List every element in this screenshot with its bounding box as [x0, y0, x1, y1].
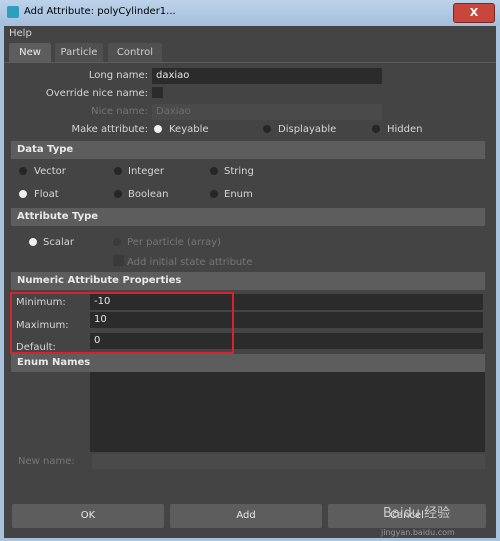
integer-label[interactable]: Integer [128, 166, 164, 177]
menu-help[interactable]: Help [9, 28, 32, 39]
window-frame-left [0, 26, 4, 541]
float-radio[interactable] [19, 190, 27, 198]
keyable-label[interactable]: Keyable [169, 124, 209, 135]
per-particle-label: Per particle (array) [127, 237, 222, 248]
vector-radio[interactable] [19, 167, 27, 175]
override-nice-name-label: Override nice name: [45, 88, 148, 99]
boolean-radio[interactable] [114, 190, 122, 198]
displayable-label[interactable]: Displayable [278, 124, 336, 135]
new-name-label: New name: [18, 456, 75, 467]
long-name-input[interactable]: daxiao [152, 68, 382, 84]
window-title: Add Attribute: polyCylinder1... [24, 6, 176, 17]
numeric-properties-header[interactable]: Numeric Attribute Properties [11, 272, 485, 290]
boolean-label[interactable]: Boolean [128, 189, 169, 200]
keyable-radio[interactable] [154, 125, 162, 133]
watermark-url: jingyan.baidu.com [381, 528, 455, 537]
title-bar[interactable]: Add Attribute: polyCylinder1... X [0, 0, 500, 26]
per-particle-radio[interactable] [113, 238, 121, 246]
add-initial-state-checkbox[interactable] [113, 255, 124, 266]
nice-name-label: Nice name: [91, 106, 148, 117]
hidden-radio[interactable] [372, 125, 380, 133]
tab-control[interactable]: Control [108, 43, 162, 62]
long-name-label: Long name: [88, 70, 148, 81]
nice-name-input[interactable]: Daxiao [152, 104, 382, 120]
tab-new[interactable]: New [9, 43, 51, 62]
tab-underline [4, 62, 496, 63]
tab-particle[interactable]: Particle [55, 43, 103, 62]
ok-button[interactable]: OK [12, 504, 164, 528]
close-button[interactable]: X [453, 3, 495, 23]
vector-label[interactable]: Vector [34, 166, 66, 177]
enum-names-header[interactable]: Enum Names [11, 354, 485, 372]
string-radio[interactable] [210, 167, 218, 175]
window-frame-right [496, 26, 500, 541]
enum-names-list[interactable] [90, 372, 485, 452]
enum-radio[interactable] [210, 190, 218, 198]
data-type-header[interactable]: Data Type [11, 141, 485, 159]
hidden-label[interactable]: Hidden [387, 124, 422, 135]
override-nice-name-checkbox[interactable] [152, 87, 163, 98]
app-icon [7, 6, 19, 18]
highlight-annotation-box [10, 292, 234, 354]
watermark-brand: Baidu 经验 [383, 506, 451, 521]
enum-label[interactable]: Enum [224, 189, 253, 200]
add-initial-state-label: Add initial state attribute [127, 257, 253, 268]
new-name-input[interactable] [92, 454, 485, 469]
float-label[interactable]: Float [34, 189, 59, 200]
integer-radio[interactable] [114, 167, 122, 175]
displayable-radio[interactable] [263, 125, 271, 133]
menu-bar [4, 26, 496, 42]
scalar-label[interactable]: Scalar [43, 237, 74, 248]
string-label[interactable]: String [224, 166, 254, 177]
attribute-type-header[interactable]: Attribute Type [11, 208, 485, 226]
make-attribute-label: Make attribute: [71, 124, 148, 135]
add-button[interactable]: Add [170, 504, 322, 528]
scalar-radio[interactable] [29, 238, 37, 246]
